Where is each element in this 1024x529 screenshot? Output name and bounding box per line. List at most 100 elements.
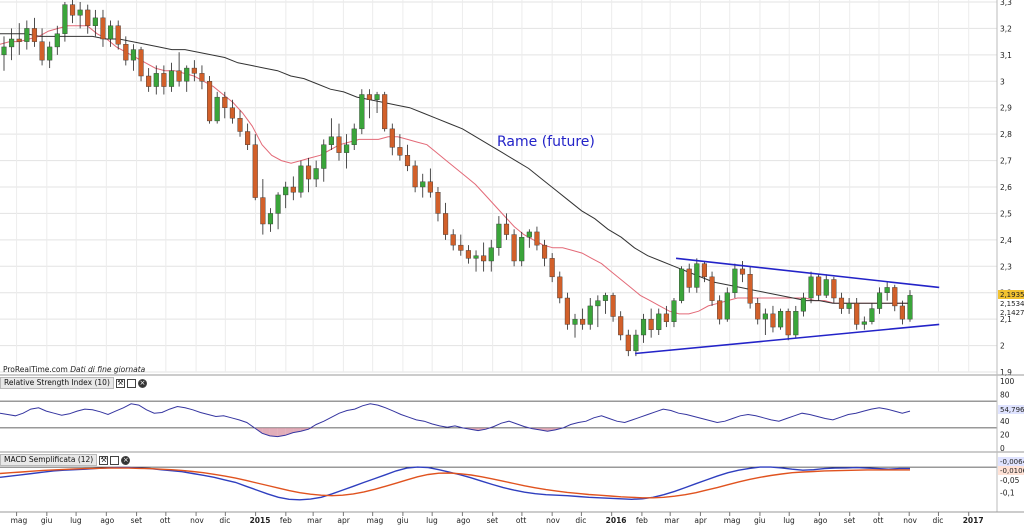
candle-body xyxy=(77,9,83,16)
candle-body xyxy=(557,276,563,299)
x-tick-label: nov xyxy=(546,516,560,525)
candle-body xyxy=(62,4,68,34)
candle-body xyxy=(283,186,289,196)
candle-body xyxy=(907,295,913,320)
x-tick-label: nov xyxy=(190,516,204,525)
candle-body xyxy=(374,94,380,100)
x-tick-label: ott xyxy=(160,516,171,525)
source-note: ProRealTime.com Dati di fine giornata xyxy=(3,365,145,374)
candle-body xyxy=(656,313,662,330)
x-tick-label: feb xyxy=(280,516,292,525)
candle-body xyxy=(541,244,548,259)
candle-body xyxy=(892,287,898,307)
candle-body xyxy=(138,49,144,77)
candle-body xyxy=(123,44,129,61)
x-tick-label: apr xyxy=(337,516,350,525)
x-tick-label: mar xyxy=(664,516,680,525)
candle-body xyxy=(85,9,91,26)
candle-body xyxy=(465,250,471,259)
candle-body xyxy=(184,67,190,82)
candle-body xyxy=(793,311,799,336)
candle-body xyxy=(831,279,837,299)
x-tick-label: dic xyxy=(932,516,943,525)
close-icon[interactable]: × xyxy=(121,455,131,465)
rsi-oversold-fill xyxy=(269,427,278,437)
close-icon[interactable]: × xyxy=(137,378,147,388)
candle-body xyxy=(648,318,654,330)
candle-body xyxy=(602,295,609,301)
candle-body xyxy=(108,25,114,40)
price-y-tick: 2,9 xyxy=(1000,104,1012,113)
candle-body xyxy=(1,46,7,56)
candle-body xyxy=(382,94,388,130)
candle-body xyxy=(267,213,274,225)
x-tick-label: ago xyxy=(456,516,470,525)
candle-body xyxy=(503,223,510,235)
candle-body xyxy=(305,165,312,180)
x-tick-label: 2016 xyxy=(606,516,627,525)
candle-body xyxy=(564,297,570,325)
candle-body xyxy=(823,279,829,296)
chart-title: Rame (future) xyxy=(497,134,595,150)
candle-body xyxy=(420,181,426,188)
x-tick-label: dic xyxy=(219,516,230,525)
price-y-tick: 2,5 xyxy=(1000,209,1012,218)
candle-body xyxy=(229,107,235,119)
macd-line xyxy=(0,466,910,501)
candle-body xyxy=(275,194,281,214)
x-tick-label: dic xyxy=(575,516,586,525)
candle-body xyxy=(31,28,38,42)
candle-body xyxy=(717,300,723,320)
candle-body xyxy=(808,276,814,299)
x-tick-label: ago xyxy=(813,516,827,525)
maximize-icon[interactable] xyxy=(126,378,136,388)
candle-body xyxy=(747,274,753,304)
last-price-label: 2,1534 xyxy=(1000,300,1024,308)
chart-svg: 3,33,23,132,92,82,72,62,52,42,32,22,121,… xyxy=(0,0,1024,525)
candle-body xyxy=(739,268,746,275)
x-tick-label: ott xyxy=(516,516,527,525)
candle-body xyxy=(397,147,403,156)
candle-body xyxy=(39,41,45,61)
candle-body xyxy=(199,73,205,82)
rsi-y-tick: 40 xyxy=(1000,417,1010,426)
macd-last-value: -0,0106 xyxy=(1000,467,1024,475)
source-detail: Dati di fine giornata xyxy=(70,365,146,374)
price-y-tick: 3 xyxy=(1000,77,1005,86)
candle-body xyxy=(869,308,875,322)
candle-body xyxy=(92,17,98,26)
wrench-icon[interactable]: ⚒ xyxy=(115,378,125,388)
candle-body xyxy=(899,305,905,320)
price-y-tick: 2,3 xyxy=(1000,262,1012,271)
x-tick-label: feb xyxy=(636,516,648,525)
x-tick-label: lug xyxy=(426,516,438,525)
rsi-panel-title[interactable]: Relative Strength Index (10) xyxy=(0,377,114,389)
candle-body xyxy=(580,318,586,325)
candle-body xyxy=(473,255,479,259)
x-tick-label: mag xyxy=(724,516,741,525)
price-y-tick: 2,4 xyxy=(1000,236,1012,245)
x-tick-label: giu xyxy=(397,516,409,525)
macd-y-tick: -0,05 xyxy=(1000,476,1020,485)
candle-body xyxy=(633,334,639,352)
wrench-icon[interactable]: ⚒ xyxy=(99,455,109,465)
candle-body xyxy=(412,165,418,188)
candle-body xyxy=(671,300,677,322)
price-y-tick: 3,3 xyxy=(1000,0,1012,7)
candle-body xyxy=(168,70,175,87)
candle-body xyxy=(755,303,761,320)
candle-body xyxy=(24,28,30,42)
last-price-label: 2,1935 xyxy=(1000,291,1024,299)
candle-body xyxy=(816,276,822,296)
candle-body xyxy=(587,305,593,325)
candle-body xyxy=(785,311,791,336)
candle-body xyxy=(245,131,251,145)
candle-body xyxy=(47,46,53,61)
candle-body xyxy=(663,313,669,322)
macd-line xyxy=(0,467,910,499)
macd-y-tick: -0,1 xyxy=(1000,489,1015,498)
macd-panel-title[interactable]: MACD Semplificata (12) xyxy=(0,454,98,466)
candle-body xyxy=(724,292,730,320)
maximize-icon[interactable] xyxy=(110,455,120,465)
x-tick-label: lug xyxy=(783,516,795,525)
